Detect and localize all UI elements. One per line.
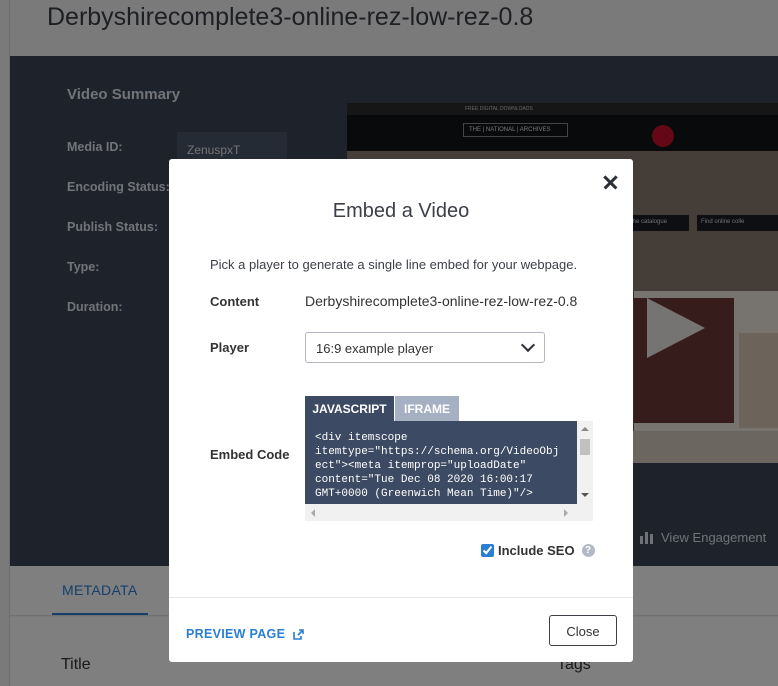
embed-code-textarea[interactable]: <div itemscope itemtype="https://schema.…: [305, 421, 593, 521]
include-seo-checkbox[interactable]: [481, 544, 494, 557]
scroll-right-icon[interactable]: [564, 509, 568, 517]
tab-iframe[interactable]: IFRAME: [395, 396, 459, 421]
close-icon[interactable]: [600, 171, 622, 193]
content-value: Derbyshirecomplete3-online-rez-low-rez-0…: [305, 293, 578, 309]
player-select-value: 16:9 example player: [316, 341, 434, 356]
preview-page-label: PREVIEW PAGE: [186, 627, 286, 641]
tab-javascript[interactable]: JAVASCRIPT: [305, 396, 394, 421]
preview-page-link[interactable]: PREVIEW PAGE: [186, 627, 305, 641]
modal-title: Embed a Video: [332, 200, 470, 222]
scroll-up-icon[interactable]: [581, 427, 589, 431]
embed-video-modal: Embed a Video Pick a player to generate …: [169, 159, 633, 662]
scroll-down-icon[interactable]: [581, 493, 589, 497]
include-seo-label: Include SEO: [498, 543, 575, 558]
player-label: Player: [210, 340, 250, 355]
chevron-down-icon: [520, 337, 536, 353]
external-link-icon: [293, 628, 305, 640]
embed-code-label: Embed Code: [210, 447, 290, 462]
close-button[interactable]: Close: [549, 615, 617, 646]
include-seo-row[interactable]: Include SEO ?: [481, 543, 595, 558]
scrollbar-thumb[interactable]: [580, 439, 590, 455]
modal-divider: [169, 597, 633, 598]
modal-intro-text: Pick a player to generate a single line …: [210, 257, 578, 272]
embed-code-text: <div itemscope itemtype="https://schema.…: [315, 432, 560, 500]
help-icon[interactable]: ?: [581, 544, 595, 557]
content-label: Content: [210, 294, 260, 309]
vertical-scrollbar[interactable]: [577, 421, 593, 504]
horizontal-scrollbar[interactable]: [305, 504, 593, 521]
scroll-left-icon[interactable]: [311, 509, 315, 517]
player-select[interactable]: 16:9 example player: [305, 332, 545, 363]
